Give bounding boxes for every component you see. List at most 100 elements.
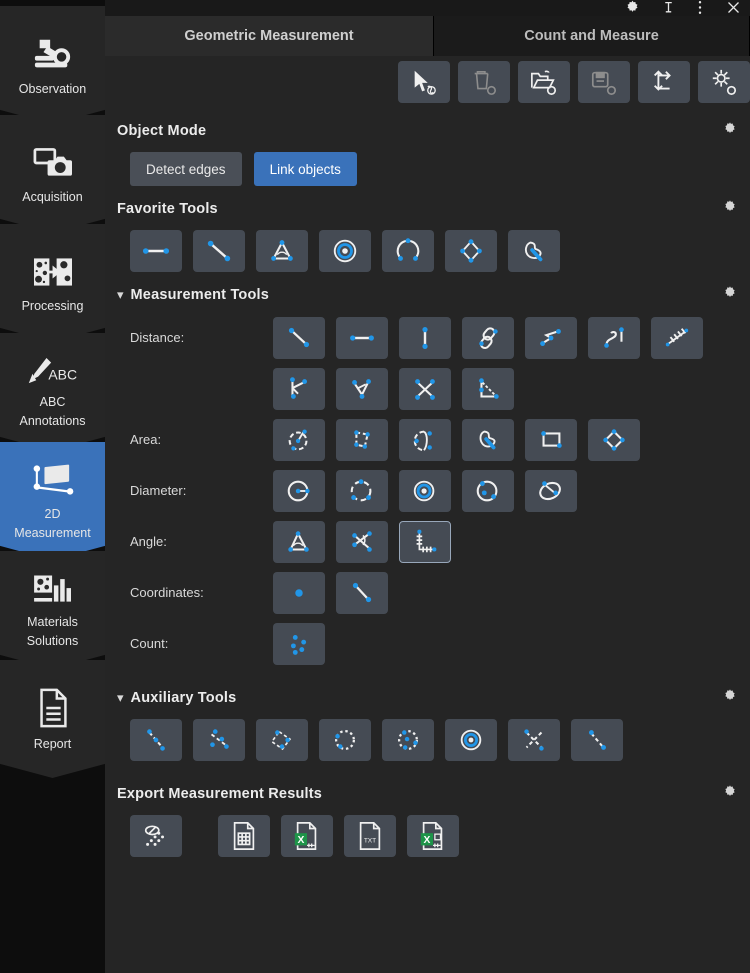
auxiliary-cross-lines-icon[interactable] [508,719,560,761]
circular-segment-area-icon[interactable] [273,419,325,461]
point-count-icon[interactable] [273,623,325,665]
measurement-icon [30,461,76,503]
report-document-icon [35,687,71,733]
hide-measurements-icon[interactable] [130,815,182,857]
select-tool-button[interactable] [398,61,450,103]
row-label: Coordinates: [105,572,273,614]
measurement-panel: Object Mode Detect edges Link objects Fa… [105,56,750,973]
auxiliary-circle-icon[interactable] [319,719,371,761]
sidebar-item-label: Report [31,737,75,752]
horizontal-distance-icon[interactable] [336,317,388,359]
coordinates-tools-row [273,572,388,614]
save-button[interactable] [578,61,630,103]
section-header-measurement-tools[interactable]: ▾ Measurement Tools [105,282,750,308]
auxiliary-parallel-line-icon[interactable] [193,719,245,761]
export-excel-report-icon[interactable]: X [407,815,459,857]
sidebar-item-label-2: Annotations [16,414,88,429]
auxiliary-line-icon[interactable] [130,719,182,761]
row-label: Count: [105,623,273,665]
ellipse-diameter-icon[interactable] [525,470,577,512]
sidebar-item-label: Observation [16,82,89,97]
rotated-rectangle-area-icon[interactable] [588,419,640,461]
line-coordinate-icon[interactable] [336,572,388,614]
measurement-row-distance: Distance: [105,317,750,410]
sidebar-item-label-2: Solutions [24,634,81,649]
export-excel-icon[interactable]: X [281,815,333,857]
row-label: Diameter: [105,470,273,512]
sidebar-item-materials-solutions[interactable]: Materials Solutions [0,551,105,669]
arc-segment-area-icon[interactable] [399,419,451,461]
svg-text:TXT: TXT [364,838,376,845]
link-objects-button[interactable]: Link objects [254,152,357,186]
chevron-down-icon[interactable]: ▾ [117,287,124,303]
sidebar-item-acquisition[interactable]: Acquisition [0,115,105,233]
auxiliary-rectangle-icon[interactable] [256,719,308,761]
sidebar-item-label-2: Measurement [11,526,93,541]
freeform-area-icon[interactable] [508,230,560,272]
polygon-vertices-area-icon[interactable] [336,419,388,461]
point-coordinate-icon[interactable] [273,572,325,614]
pencil-abc-icon: ABC [26,355,80,391]
three-point-angle-icon[interactable] [273,521,325,563]
concentric-circle-icon[interactable] [399,470,451,512]
vertical-distance-icon[interactable] [399,317,451,359]
four-point-angle-icon[interactable] [336,521,388,563]
section-header-auxiliary-tools[interactable]: ▾ Auxiliary Tools [105,685,750,711]
circle-diameter-icon[interactable] [273,470,325,512]
point-to-line-distance-icon[interactable] [273,368,325,410]
circle-points-icon[interactable] [462,470,514,512]
title-bar [105,0,750,16]
gear-icon[interactable] [722,199,738,220]
chain-distance-icon[interactable] [462,317,514,359]
sidebar-item-observation[interactable]: Observation [0,6,105,124]
distance-tools-row-1 [273,317,703,359]
two-point-distance-icon[interactable] [273,317,325,359]
tab-geometric-measurement[interactable]: Geometric Measurement [105,16,434,56]
perpendicular-distance-icon[interactable] [462,368,514,410]
freeform-area-icon[interactable] [462,419,514,461]
measurement-row-diameter: Diameter: [105,470,750,512]
export-table-icon[interactable] [218,815,270,857]
count-tools-row [273,623,325,665]
crossing-lines-distance-icon[interactable] [399,368,451,410]
three-point-circle-icon[interactable] [336,470,388,512]
svg-text:ABC: ABC [48,366,77,382]
chevron-down-icon[interactable]: ▾ [117,690,124,706]
auxiliary-segment-icon[interactable] [571,719,623,761]
open-button[interactable] [518,61,570,103]
gear-icon[interactable] [722,285,738,306]
polyline-distance-icon[interactable] [525,317,577,359]
sidebar-item-2d-measurement[interactable]: 2D Measurement [0,442,105,560]
two-point-line-icon[interactable] [193,230,245,272]
polygon-area-icon[interactable] [445,230,497,272]
concentric-circle-icon[interactable] [319,230,371,272]
settings-button[interactable] [698,61,750,103]
section-header-favorite-tools: Favorite Tools [105,196,750,222]
measurement-row-angle: Angle: [105,521,750,563]
microscope-icon [30,34,76,78]
angle-icon[interactable] [256,230,308,272]
rectangle-area-icon[interactable] [525,419,577,461]
line-to-line-distance-icon[interactable] [336,368,388,410]
tab-count-and-measure[interactable]: Count and Measure [434,16,750,56]
calibration-button[interactable] [638,61,690,103]
delete-button[interactable] [458,61,510,103]
detect-edges-button[interactable]: Detect edges [130,152,242,186]
gear-icon[interactable] [722,121,738,142]
sidebar-item-annotations[interactable]: ABC ABC Annotations [0,333,105,451]
sidebar-item-report[interactable]: Report [0,660,105,778]
multi-parallel-distance-icon[interactable] [651,317,703,359]
arc-icon[interactable] [382,230,434,272]
curve-length-icon[interactable] [588,317,640,359]
panel-toolbar [105,56,750,108]
gear-icon[interactable] [722,784,738,805]
export-txt-icon[interactable]: TXT [344,815,396,857]
section-title: Favorite Tools [117,201,218,217]
gear-icon[interactable] [722,688,738,709]
auxiliary-concentric-circle-icon[interactable] [445,719,497,761]
axis-angle-icon[interactable] [399,521,451,563]
horizontal-distance-icon[interactable] [130,230,182,272]
tab-bar: Geometric Measurement Count and Measure [105,16,750,56]
sidebar-item-processing[interactable]: Processing [0,224,105,342]
auxiliary-circle-points-icon[interactable] [382,719,434,761]
